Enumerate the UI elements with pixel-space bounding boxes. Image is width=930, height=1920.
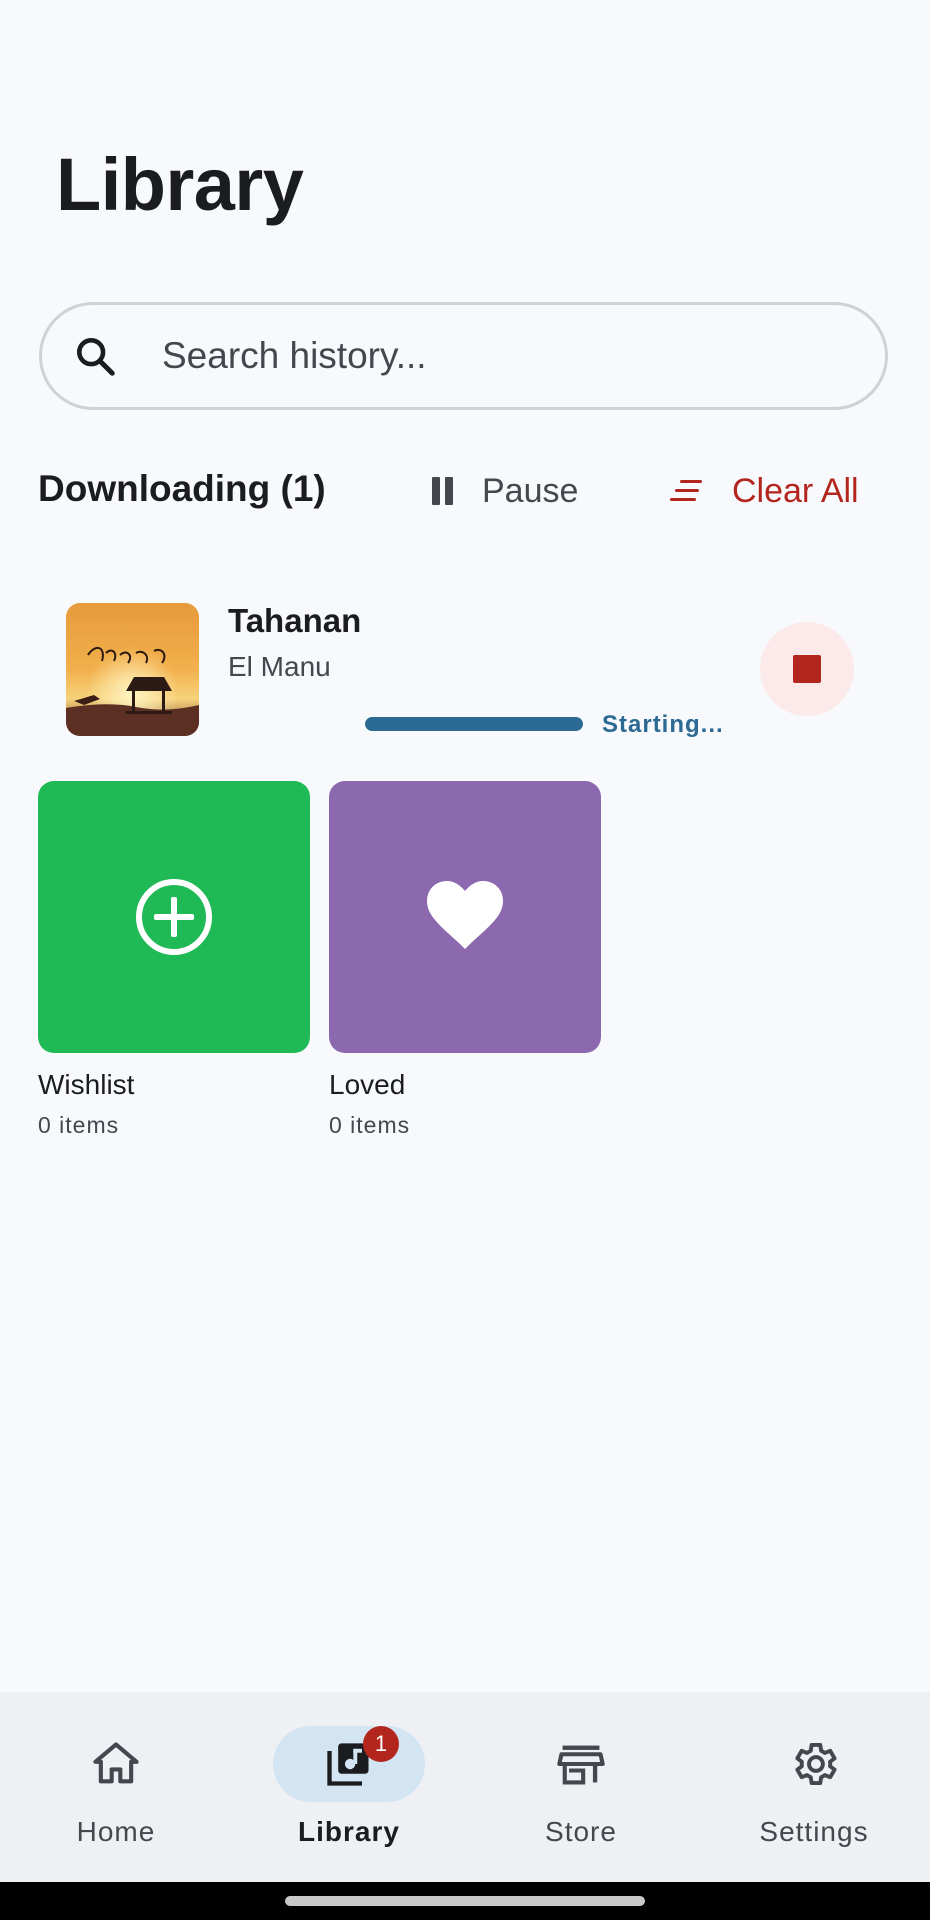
stop-download-button[interactable] [760, 622, 854, 716]
nav-store-label: Store [545, 1816, 617, 1847]
downloads-title: Downloading (1) [38, 468, 326, 509]
pause-icon [430, 477, 454, 505]
wishlist-tile[interactable] [38, 781, 310, 1053]
collection-wishlist[interactable]: Wishlist 0 items [38, 781, 310, 1138]
home-icon [93, 1742, 139, 1784]
pause-button[interactable]: Pause [420, 460, 588, 522]
pause-label: Pause [482, 471, 579, 510]
bottom-nav: Home 1 Library Store Settings [0, 1692, 930, 1882]
nav-library[interactable]: 1 Library [233, 1692, 465, 1882]
download-progress-fill [365, 717, 583, 731]
album-art [66, 603, 199, 736]
system-gesture-bar [0, 1882, 930, 1920]
search-input[interactable] [162, 327, 842, 385]
library-badge: 1 [363, 1726, 399, 1762]
search-icon [76, 337, 115, 376]
add-circle-icon [136, 879, 212, 955]
downloads-header: Downloading (1) Pause Clear All [0, 460, 930, 522]
search-bar[interactable] [39, 302, 888, 410]
store-icon [557, 1745, 605, 1785]
stop-icon [793, 655, 821, 683]
wishlist-label: Wishlist [38, 1069, 135, 1100]
clear-all-button[interactable]: Clear All [660, 460, 869, 522]
download-item[interactable]: Tahanan El Manu Starting... [0, 590, 930, 750]
gesture-handle[interactable] [285, 1896, 645, 1906]
gear-icon [795, 1742, 837, 1786]
loved-tile[interactable] [329, 781, 601, 1053]
nav-home[interactable]: Home [0, 1692, 232, 1882]
clear-all-label: Clear All [732, 471, 859, 510]
track-artist: El Manu [228, 651, 331, 682]
track-title: Tahanan [228, 602, 362, 639]
nav-settings[interactable]: Settings [698, 1692, 930, 1882]
nav-settings-label: Settings [759, 1816, 869, 1847]
loved-count: 0 items [329, 1112, 411, 1138]
collection-loved[interactable]: Loved 0 items [329, 781, 601, 1138]
nav-library-label: Library [298, 1816, 400, 1847]
clear-all-icon [670, 480, 702, 501]
download-progress-bar [365, 717, 583, 731]
page-title: Library [56, 143, 304, 226]
nav-home-label: Home [76, 1816, 156, 1847]
wishlist-count: 0 items [38, 1112, 120, 1138]
download-status: Starting... [602, 711, 724, 738]
nav-store[interactable]: Store [465, 1692, 697, 1882]
heart-icon [427, 881, 503, 949]
loved-label: Loved [329, 1069, 406, 1100]
